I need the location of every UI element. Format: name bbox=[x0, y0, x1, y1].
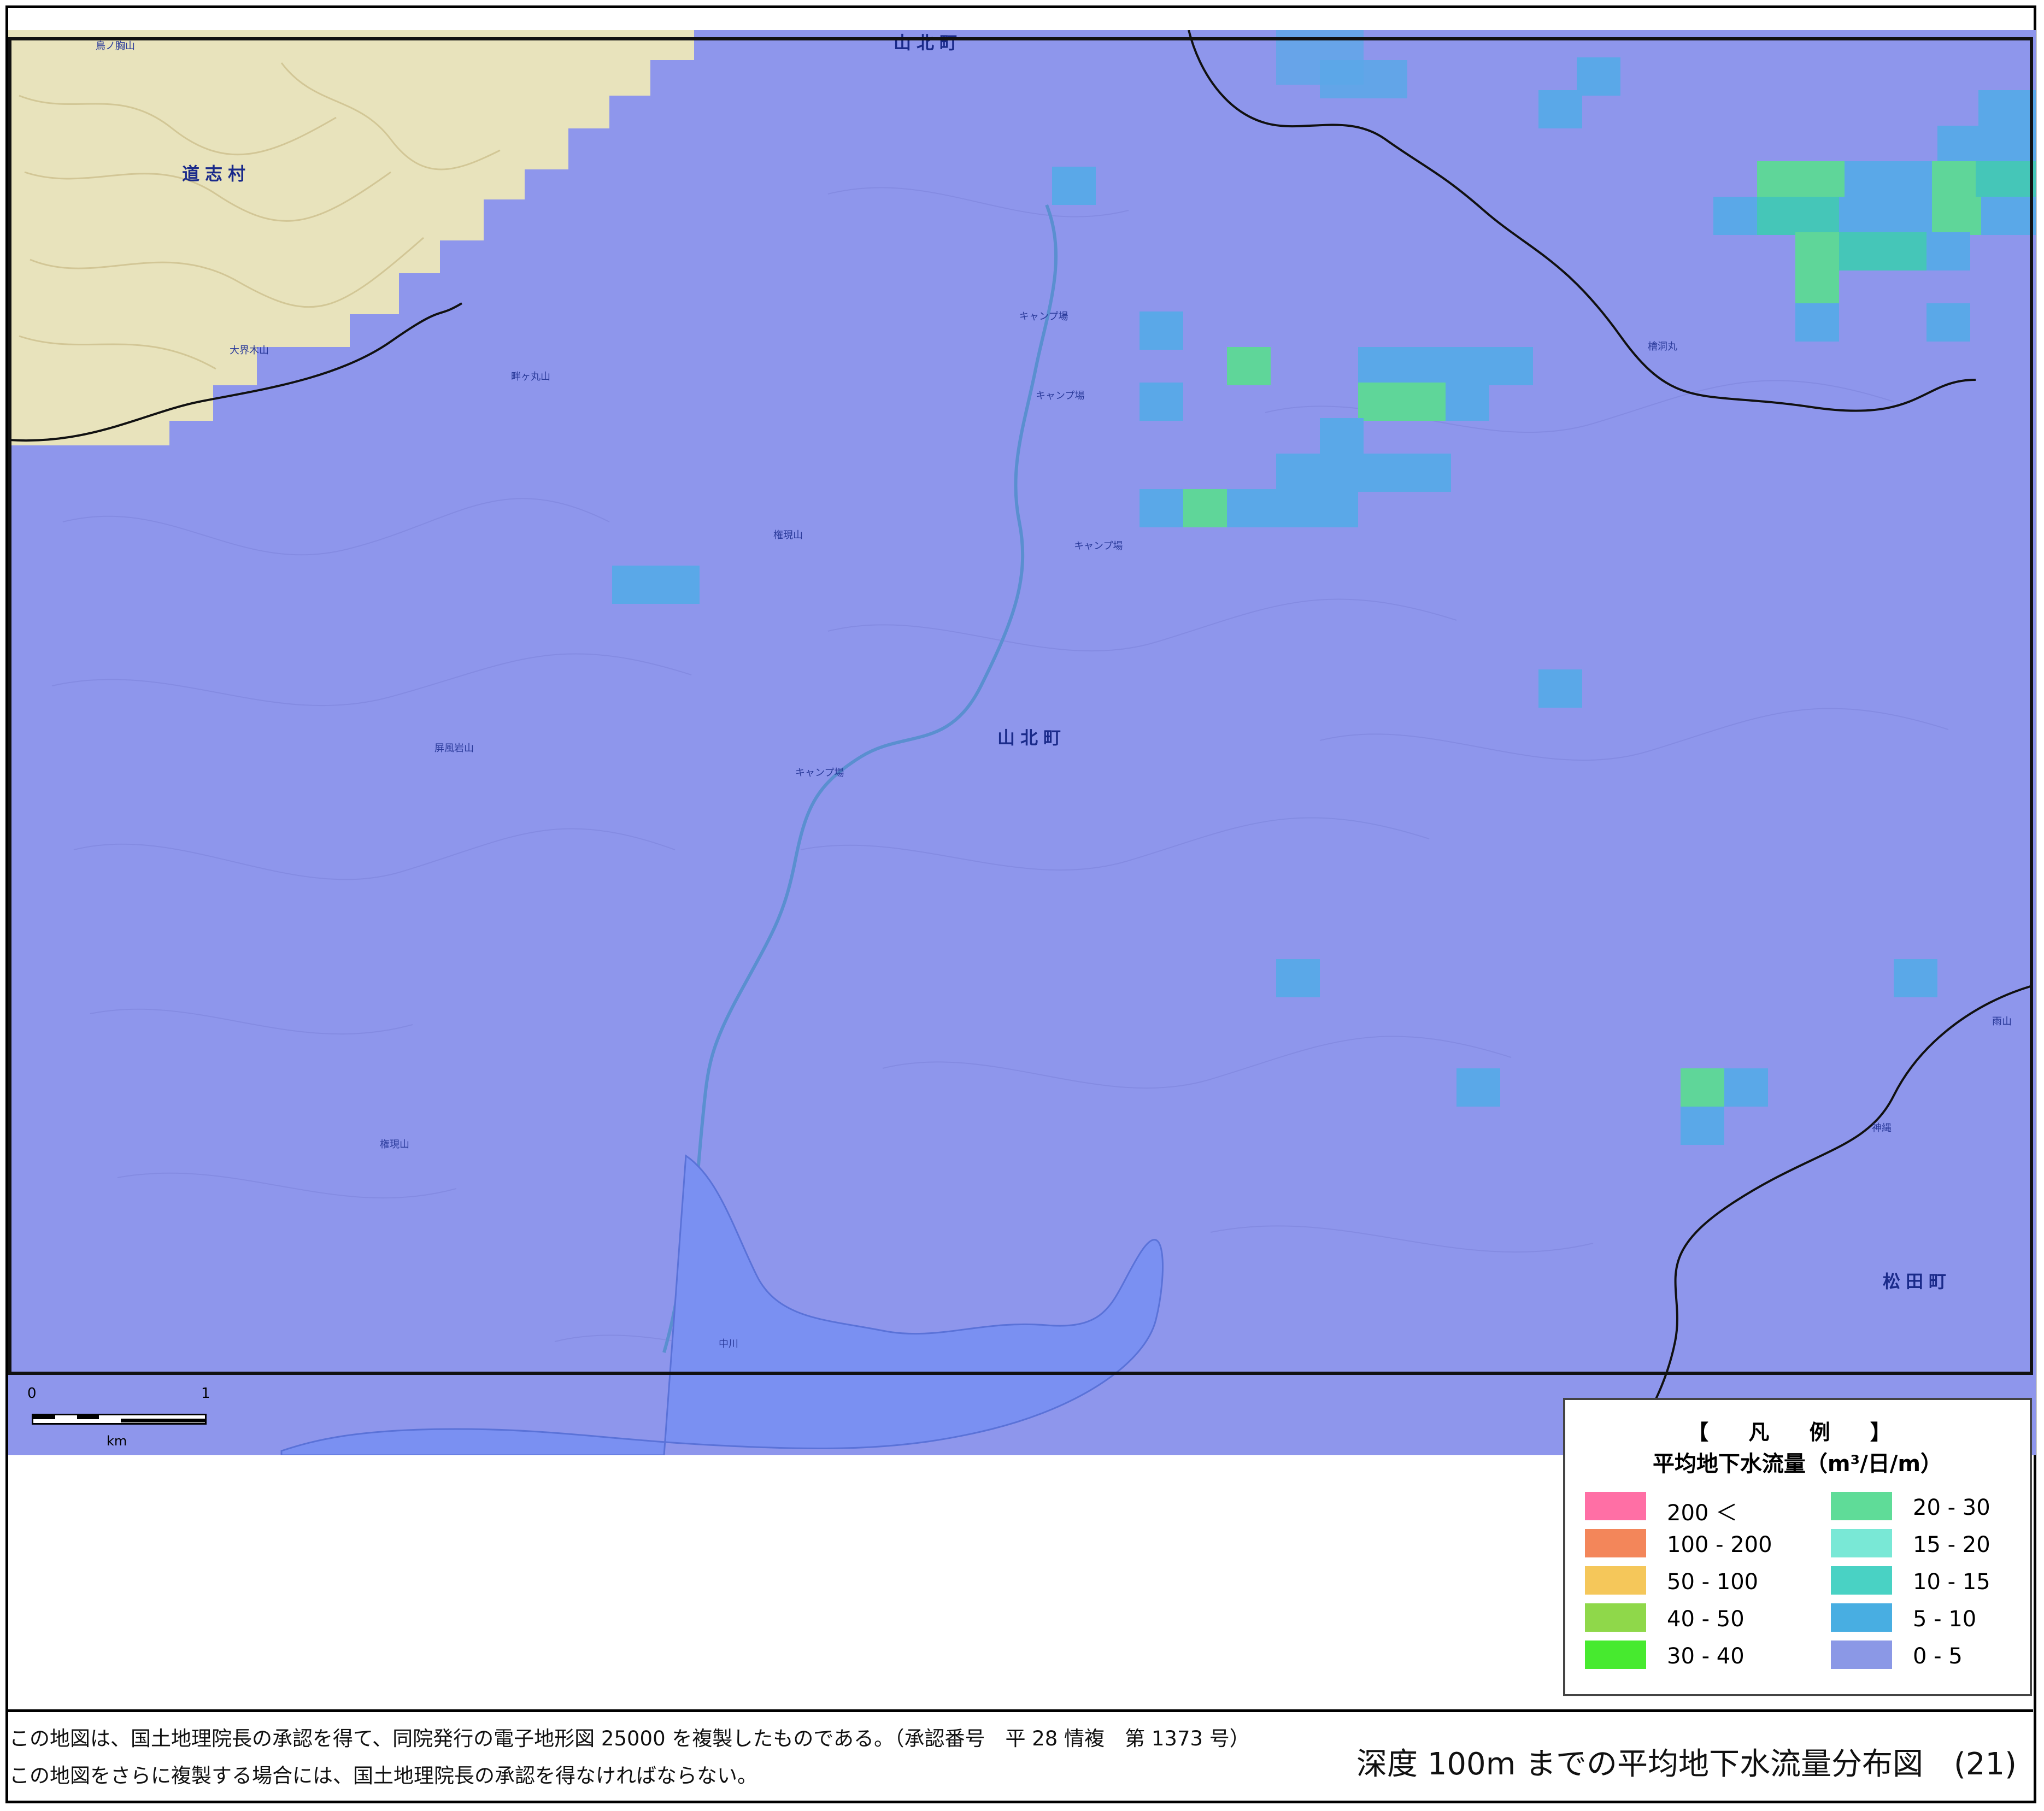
scale-unit: km bbox=[107, 1433, 127, 1449]
legend-title: 【 凡 例 】 bbox=[1688, 1420, 1907, 1444]
legend-label: 30 - 40 bbox=[1667, 1644, 1745, 1669]
scale-bar-graphic bbox=[32, 1414, 207, 1425]
place-name: キャンプ場 bbox=[1019, 311, 1068, 322]
place-name: キャンプ場 bbox=[1036, 390, 1085, 402]
legend-swatch bbox=[1831, 1529, 1892, 1557]
label-sanhoku-center: 山北町 bbox=[997, 727, 1067, 748]
legend-swatch bbox=[1831, 1492, 1892, 1520]
legend-label: 50 - 100 bbox=[1667, 1569, 1759, 1595]
label-matsuda: 松田町 bbox=[1883, 1271, 1952, 1292]
legend-label: 40 - 50 bbox=[1667, 1607, 1745, 1632]
place-name: 鳥ノ胸山 bbox=[96, 40, 135, 52]
legend-label: 200 ＜ bbox=[1667, 1501, 1738, 1526]
legend-swatch bbox=[1831, 1566, 1892, 1595]
place-name: 屏風岩山 bbox=[434, 743, 474, 754]
place-name: 神縄 bbox=[1872, 1122, 1892, 1134]
label-doshi: 道志村 bbox=[182, 163, 251, 184]
legend-label: 10 - 15 bbox=[1913, 1569, 1990, 1595]
place-name: 雨山 bbox=[1992, 1016, 2012, 1027]
footer: この地図は、国土地理院長の承認を得て、同院発行の電子地形図 25000 を複製し… bbox=[8, 1709, 2033, 1804]
legend-swatch bbox=[1585, 1529, 1646, 1557]
river bbox=[662, 204, 1058, 1353]
scale-zero: 0 bbox=[27, 1385, 37, 1402]
legend-swatch bbox=[1585, 1566, 1646, 1595]
place-name: 中川 bbox=[719, 1338, 738, 1350]
legend-swatch bbox=[1585, 1641, 1646, 1669]
legend-swatch bbox=[1585, 1603, 1646, 1632]
place-name: 権現山 bbox=[773, 530, 803, 541]
document-title: 深度 100m までの平均地下水流量分布図 (21) bbox=[1356, 1747, 2017, 1782]
map-area[interactable]: 道志村 山北町 山北町 松田町 鳥ノ胸山 大界木山 畔ヶ丸山 権現山 屏風岩山 … bbox=[8, 30, 2036, 1455]
outside-region bbox=[8, 30, 694, 445]
legend-label: 5 - 10 bbox=[1913, 1607, 1977, 1632]
legend-label: 0 - 5 bbox=[1913, 1644, 1963, 1669]
reservoir bbox=[280, 1154, 1164, 1455]
legend-label: 15 - 20 bbox=[1913, 1532, 1990, 1557]
legend-label: 100 - 200 bbox=[1667, 1532, 1772, 1557]
place-name: キャンプ場 bbox=[795, 767, 844, 779]
legend-swatch bbox=[1831, 1603, 1892, 1632]
place-name: キャンプ場 bbox=[1074, 540, 1123, 552]
legend-label: 20 - 30 bbox=[1913, 1495, 1990, 1520]
place-name: 畔ヶ丸山 bbox=[511, 371, 550, 383]
legend-swatch bbox=[1831, 1641, 1892, 1669]
place-name: 権現山 bbox=[380, 1139, 409, 1150]
scale-one: 1 bbox=[201, 1385, 210, 1402]
place-name: 檜洞丸 bbox=[1648, 341, 1677, 352]
legend-subtitle: 平均地下水流量（m³/日/m） bbox=[1652, 1451, 1943, 1477]
flow-cells bbox=[612, 30, 2036, 1145]
place-name: 大界木山 bbox=[230, 345, 269, 356]
legend: 【 凡 例 】 平均地下水流量（m³/日/m） 200 ＜ 100 - 200 … bbox=[1563, 1398, 2032, 1696]
scale-bar: 0 1 km bbox=[27, 1385, 213, 1451]
copyright-note: この地図は、国土地理院長の承認を得て、同院発行の電子地形図 25000 を複製し… bbox=[9, 1727, 1250, 1750]
label-sanhoku-top: 山北町 bbox=[894, 32, 963, 53]
reproduction-note: この地図をさらに複製する場合には、国土地理院長の承認を得なければならない。 bbox=[9, 1764, 757, 1788]
legend-swatch bbox=[1585, 1492, 1646, 1520]
